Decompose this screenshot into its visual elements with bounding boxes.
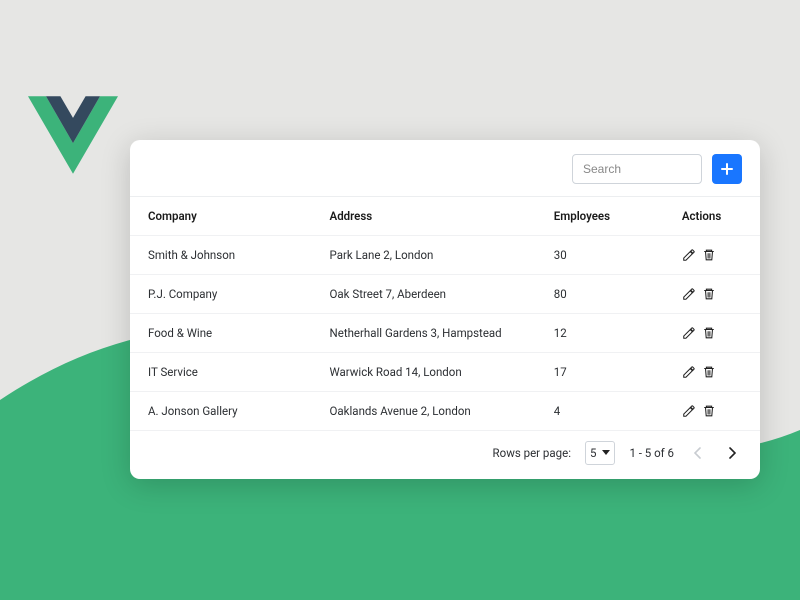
table-toolbar [130,154,760,197]
edit-icon [682,287,696,301]
cell-company: P.J. Company [130,275,312,314]
trash-icon [702,248,716,262]
edit-button[interactable] [682,326,696,340]
table-row: Food & Wine Netherhall Gardens 3, Hampst… [130,314,760,353]
header-address[interactable]: Address [312,197,536,236]
header-company[interactable]: Company [130,197,312,236]
plus-icon [721,163,733,175]
rows-per-page-select[interactable]: 5 [585,441,615,465]
caret-down-icon [602,450,610,456]
vue-logo-icon [28,96,118,174]
table-footer: Rows per page: 5 1 - 5 of 6 [130,431,760,469]
cell-company: Food & Wine [130,314,312,353]
cell-employees: 12 [536,314,664,353]
rows-per-page-label: Rows per page: [493,446,571,460]
delete-button[interactable] [702,326,716,340]
cell-employees: 80 [536,275,664,314]
edit-icon [682,365,696,379]
delete-button[interactable] [702,365,716,379]
cell-company: IT Service [130,353,312,392]
search-input[interactable] [572,154,702,184]
table-row: IT Service Warwick Road 14, London 17 [130,353,760,392]
trash-icon [702,287,716,301]
cell-address: Oak Street 7, Aberdeen [312,275,536,314]
trash-icon [702,326,716,340]
edit-icon [682,404,696,418]
cell-employees: 30 [536,236,664,275]
cell-address: Warwick Road 14, London [312,353,536,392]
data-table-card: Company Address Employees Actions Smith … [130,140,760,479]
trash-icon [702,404,716,418]
header-employees[interactable]: Employees [536,197,664,236]
chevron-left-icon [694,447,702,459]
delete-button[interactable] [702,287,716,301]
pagination-range-label: 1 - 5 of 6 [629,446,674,460]
cell-address: Netherhall Gardens 3, Hampstead [312,314,536,353]
edit-button[interactable] [682,365,696,379]
next-page-button[interactable] [722,443,742,463]
prev-page-button[interactable] [688,443,708,463]
trash-icon [702,365,716,379]
table-row: P.J. Company Oak Street 7, Aberdeen 80 [130,275,760,314]
rows-per-page-value: 5 [590,446,596,460]
cell-address: Park Lane 2, London [312,236,536,275]
cell-employees: 17 [536,353,664,392]
company-table: Company Address Employees Actions Smith … [130,197,760,431]
edit-button[interactable] [682,248,696,262]
cell-address: Oaklands Avenue 2, London [312,392,536,431]
edit-button[interactable] [682,287,696,301]
cell-company: Smith & Johnson [130,236,312,275]
delete-button[interactable] [702,404,716,418]
edit-icon [682,248,696,262]
chevron-right-icon [728,447,736,459]
cell-employees: 4 [536,392,664,431]
edit-icon [682,326,696,340]
table-row: A. Jonson Gallery Oaklands Avenue 2, Lon… [130,392,760,431]
cell-company: A. Jonson Gallery [130,392,312,431]
add-button[interactable] [712,154,742,184]
edit-button[interactable] [682,404,696,418]
table-row: Smith & Johnson Park Lane 2, London 30 [130,236,760,275]
table-header-row: Company Address Employees Actions [130,197,760,236]
delete-button[interactable] [702,248,716,262]
header-actions: Actions [664,197,760,236]
